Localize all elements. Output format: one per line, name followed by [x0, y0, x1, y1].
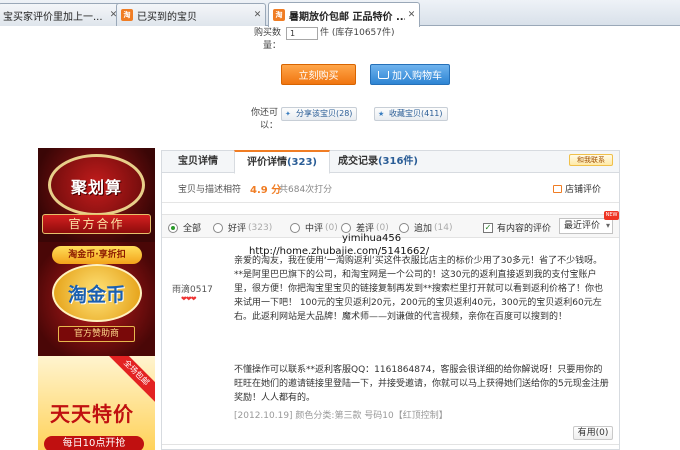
reviewer-name[interactable]: 雨滴0517: [172, 282, 213, 295]
ad-corner-ribbon: 全场包邮: [106, 356, 155, 403]
filter-positive[interactable]: 好评 (323): [213, 221, 272, 234]
buy-now-button[interactable]: 立刻购买: [281, 64, 356, 85]
filter-count: (0): [325, 222, 338, 233]
browser-tab-3[interactable]: 淘 暑期放价包邮 正品特价 ... ✕: [268, 2, 420, 27]
review-content: 亲爱的淘友，我在使用‘一淘购返利’买这件衣服比店主的标价少用了30多元！省了不少…: [234, 256, 604, 322]
shop-rating-link[interactable]: 店铺评价: [552, 182, 601, 195]
tab-details-label: 宝贝详情: [178, 156, 218, 167]
rating-label: 宝贝与描述相符: [178, 185, 242, 195]
ad-tag: 淘金币·享折扣: [52, 246, 142, 264]
ad-title: 淘金币: [67, 284, 125, 306]
filter-count: (0): [376, 222, 389, 233]
share-item-label: 分享该宝贝(28): [296, 109, 353, 118]
favorite-item-button[interactable]: ★ 收藏宝贝(411): [374, 107, 448, 121]
filter-all[interactable]: 全部: [168, 221, 203, 234]
rating-score: 4.9 分: [250, 185, 282, 196]
star-icon: ★: [378, 110, 385, 118]
review-content-2: 不懂操作可以联系**返利客服QQ：1161864874，客服会很详细的给你解说呀…: [234, 365, 609, 403]
filter-label: 全部: [183, 224, 202, 234]
sort-select[interactable]: 最近评价 ▾: [559, 218, 613, 234]
ad-subtitle: 官方赞助商: [58, 326, 135, 342]
content-only-checkbox[interactable]: ✓ 有内容的评价: [483, 221, 551, 234]
new-badge: NEW: [604, 211, 619, 220]
tab-deals-count: (316件): [377, 156, 418, 167]
buy-now-label: 立刻购买: [298, 71, 339, 82]
shop-rating-label: 店铺评价: [564, 185, 601, 195]
browser-tab-bar: 宝买家评价里加上一... ✕ 淘 已买到的宝贝 ✕ 淘 暑期放价包邮 正品特价 …: [0, 0, 680, 27]
ad-title: 聚划算: [70, 178, 122, 197]
watermark-text: yimihua456: [342, 233, 402, 244]
tab-reviews-label: 评价详情: [246, 157, 287, 168]
filter-followup[interactable]: 追加 (14): [399, 221, 453, 234]
rating-summary: 宝贝与描述相符 4.9 分 共684次打分 店铺评价: [162, 174, 619, 203]
taobao-icon: 淘: [121, 9, 133, 21]
sidebar-ads: 聚划算 官方合作 淘金币·享折扣 淘金币 官方赞助商 全场包邮 天天特价 每日1…: [38, 148, 155, 450]
tab-label: 已买到的宝贝: [137, 11, 197, 23]
tab-label: 宝买家评价里加上一...: [3, 11, 103, 23]
radio-icon: [213, 222, 223, 233]
filter-label: 好评: [228, 224, 247, 234]
reviewer-level-icon: ❤❤❤: [181, 295, 197, 303]
ad-ribbon: 官方合作: [42, 214, 151, 234]
tiantian-tejia-ad[interactable]: 全场包邮 天天特价 每日10点开抢: [38, 356, 155, 450]
filter-count: (323): [248, 222, 273, 233]
rating-count: 共684次打分: [279, 185, 333, 195]
divider: [162, 444, 619, 445]
review-meta: [2012.10.19] 颜色分类:第三款 号码10【红顶控制】: [234, 411, 448, 421]
ad-title: 天天特价: [50, 402, 134, 426]
share-item-button[interactable]: ✦ 分享该宝贝(28): [281, 107, 358, 121]
tab-reviews-count: (323): [286, 157, 317, 168]
radio-icon: [399, 222, 409, 233]
share-icon: ✦: [285, 110, 291, 118]
ad-subtitle: 每日10点开抢: [44, 436, 144, 450]
favorite-item-label: 收藏宝贝(411): [389, 109, 443, 118]
filter-count: (14): [434, 222, 453, 233]
filter-label: 追加: [414, 224, 433, 234]
tab-details[interactable]: 宝贝详情: [162, 151, 234, 173]
add-to-cart-button[interactable]: 加入购物车: [370, 64, 450, 85]
taobao-icon: 淘: [273, 9, 285, 21]
tab-reviews[interactable]: 评价详情(323): [234, 150, 330, 174]
cart-icon: [378, 70, 389, 79]
quantity-input[interactable]: 1: [286, 27, 318, 40]
taojinbi-ad[interactable]: 淘金币·享折扣 淘金币 官方赞助商: [38, 242, 155, 356]
close-icon[interactable]: ✕: [251, 10, 262, 20]
review-tabs: 宝贝详情 评价详情(323) 成交记录(316件): [161, 150, 620, 174]
browser-tab-2[interactable]: 淘 已买到的宝贝 ✕: [116, 3, 266, 26]
filter-label: 中评: [305, 224, 324, 234]
juhuasuan-ad[interactable]: 聚划算 官方合作: [38, 148, 155, 242]
shop-icon: [552, 184, 562, 193]
filter-neutral[interactable]: 中评 (0): [290, 221, 338, 234]
sort-label: 最近评价: [564, 221, 601, 231]
share-label: 你还可以：: [250, 108, 278, 131]
chevron-down-icon: ▾: [605, 221, 610, 230]
contact-seller-button[interactable]: 和我联系: [569, 154, 613, 166]
stock-label: 件 (库存10657件): [320, 28, 395, 38]
checkbox-icon: ✓: [483, 222, 493, 233]
add-to-cart-label: 加入购物车: [392, 71, 442, 82]
useful-button[interactable]: 有用(0): [573, 426, 613, 440]
quantity-label: 购买数量：: [253, 28, 281, 51]
tab-deals[interactable]: 成交记录(316件): [330, 151, 426, 173]
tab-label: 暑期放价包邮 正品特价 ...: [289, 11, 405, 23]
tab-deals-label: 成交记录: [337, 156, 378, 167]
browser-tab-1[interactable]: 宝买家评价里加上一... ✕: [0, 3, 122, 26]
radio-icon: [341, 222, 351, 233]
radio-icon: [168, 222, 178, 233]
close-icon[interactable]: ✕: [405, 10, 416, 20]
radio-icon: [290, 222, 300, 233]
content-only-label: 有内容的评价: [497, 224, 552, 234]
